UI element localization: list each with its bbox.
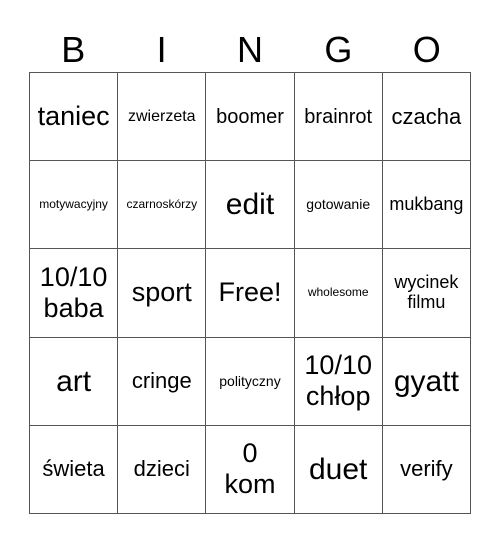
bingo-cell[interactable]: dzieci (118, 425, 207, 514)
bingo-cell[interactable]: taniec (30, 73, 119, 162)
bingo-cell[interactable]: verify (382, 425, 471, 514)
bingo-cell[interactable]: czarnoskórzy (118, 161, 207, 250)
header-letter-i: I (156, 29, 167, 70)
header-letter-g: G (324, 29, 353, 70)
bingo-board: taniec zwierzeta boomer brainrot czacha … (29, 72, 471, 514)
bingo-cell[interactable]: edit (206, 161, 295, 250)
bingo-cell[interactable]: motywacyjny (30, 161, 119, 250)
bingo-cell[interactable]: 0 kom (206, 425, 295, 514)
bingo-cell[interactable]: wycinek filmu (382, 249, 471, 338)
bingo-cell[interactable]: cringe (118, 337, 207, 426)
bingo-cell[interactable]: wholesome (294, 249, 383, 338)
bingo-cell[interactable]: gyatt (382, 337, 471, 426)
bingo-cell[interactable]: boomer (206, 73, 295, 162)
bingo-cell[interactable]: art (30, 337, 119, 426)
bingo-cell[interactable]: duet (294, 425, 383, 514)
bingo-cell[interactable]: mukbang (382, 161, 471, 250)
bingo-cell[interactable]: 10/10 chłop (294, 337, 383, 426)
bingo-cell[interactable]: czacha (382, 73, 471, 162)
bingo-cell[interactable]: brainrot (294, 73, 383, 162)
header-letter-b: B (61, 29, 86, 70)
bingo-header: B I N G O (29, 28, 471, 72)
bingo-cell[interactable]: świeta (30, 425, 119, 514)
bingo-cell[interactable]: polityczny (206, 337, 295, 426)
free-space-cell[interactable]: Free! (206, 249, 295, 338)
bingo-cell[interactable]: zwierzeta (118, 73, 207, 162)
bingo-cell[interactable]: gotowanie (294, 161, 383, 250)
header-letter-o: O (412, 29, 441, 70)
header-letter-n: N (236, 29, 263, 70)
bingo-cell[interactable]: 10/10 baba (30, 249, 119, 338)
bingo-cell[interactable]: sport (118, 249, 207, 338)
